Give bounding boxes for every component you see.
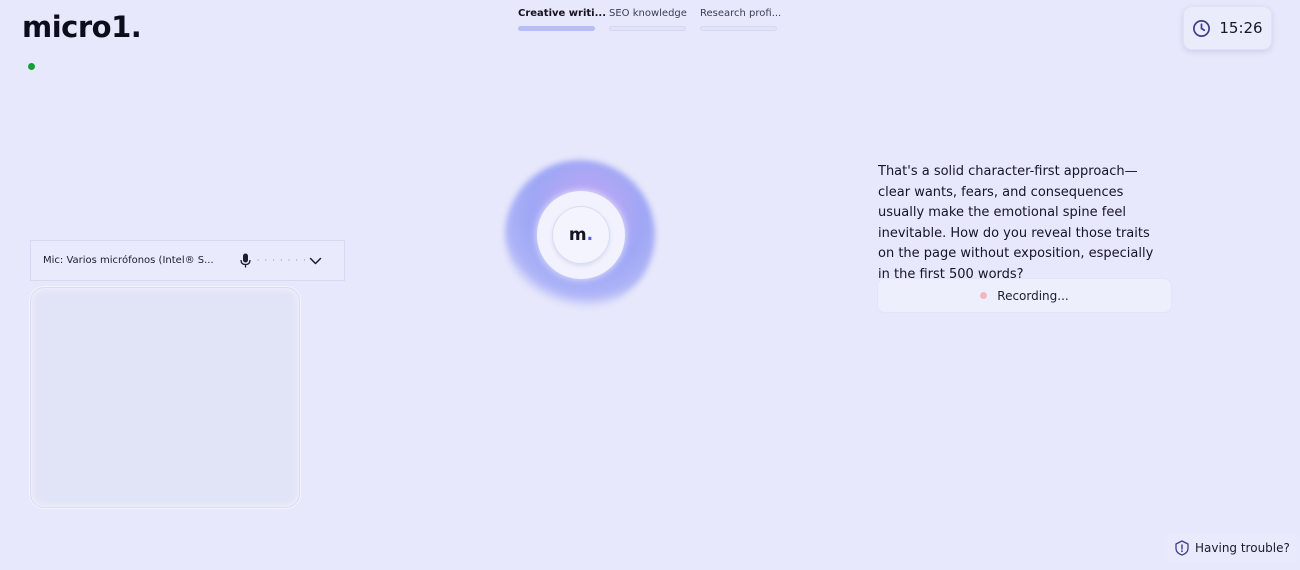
tab-progress-bar <box>518 26 595 31</box>
ai-voice-orb: m. <box>553 207 609 263</box>
interviewer-message: That's a solid character-first approach—… <box>878 164 1154 282</box>
clock-icon <box>1192 19 1211 38</box>
mic-label: Mic: Varios micrófonos (Intel® S... <box>43 255 214 266</box>
having-trouble-button[interactable]: Having trouble? <box>1166 534 1298 562</box>
logo: micro1. <box>22 10 142 44</box>
mic-selector[interactable]: Mic: Varios micrófonos (Intel® S... · · … <box>30 240 345 281</box>
tab-creative-writing[interactable]: Creative writi... <box>518 8 606 31</box>
tab-label: Creative writi... <box>518 8 606 19</box>
camera-preview <box>30 287 300 508</box>
tab-research-profile[interactable]: Research profi... <box>700 8 782 31</box>
question-tabs: Creative writi... SEO knowledge Research… <box>518 8 782 31</box>
tab-label: SEO knowledge <box>609 8 687 19</box>
timer-value: 15:26 <box>1219 19 1263 37</box>
connection-status-dot <box>28 63 35 70</box>
mic-level-indicator: · · · · · · · <box>256 255 307 266</box>
having-trouble-label: Having trouble? <box>1195 541 1290 555</box>
timer: 15:26 <box>1183 6 1272 50</box>
camera-preview-inner <box>37 294 293 501</box>
microphone-icon <box>240 253 251 268</box>
tab-seo-knowledge[interactable]: SEO knowledge <box>609 8 687 31</box>
recording-label: Recording... <box>997 288 1069 303</box>
chevron-down-icon[interactable] <box>309 257 322 265</box>
tab-progress-bar <box>700 26 777 31</box>
tab-progress-bar <box>609 26 686 31</box>
tab-label: Research profi... <box>700 8 782 19</box>
info-shield-icon <box>1174 540 1190 556</box>
recording-status: Recording... <box>878 279 1171 312</box>
orb-logo: m. <box>568 225 594 245</box>
recording-dot <box>980 292 988 299</box>
